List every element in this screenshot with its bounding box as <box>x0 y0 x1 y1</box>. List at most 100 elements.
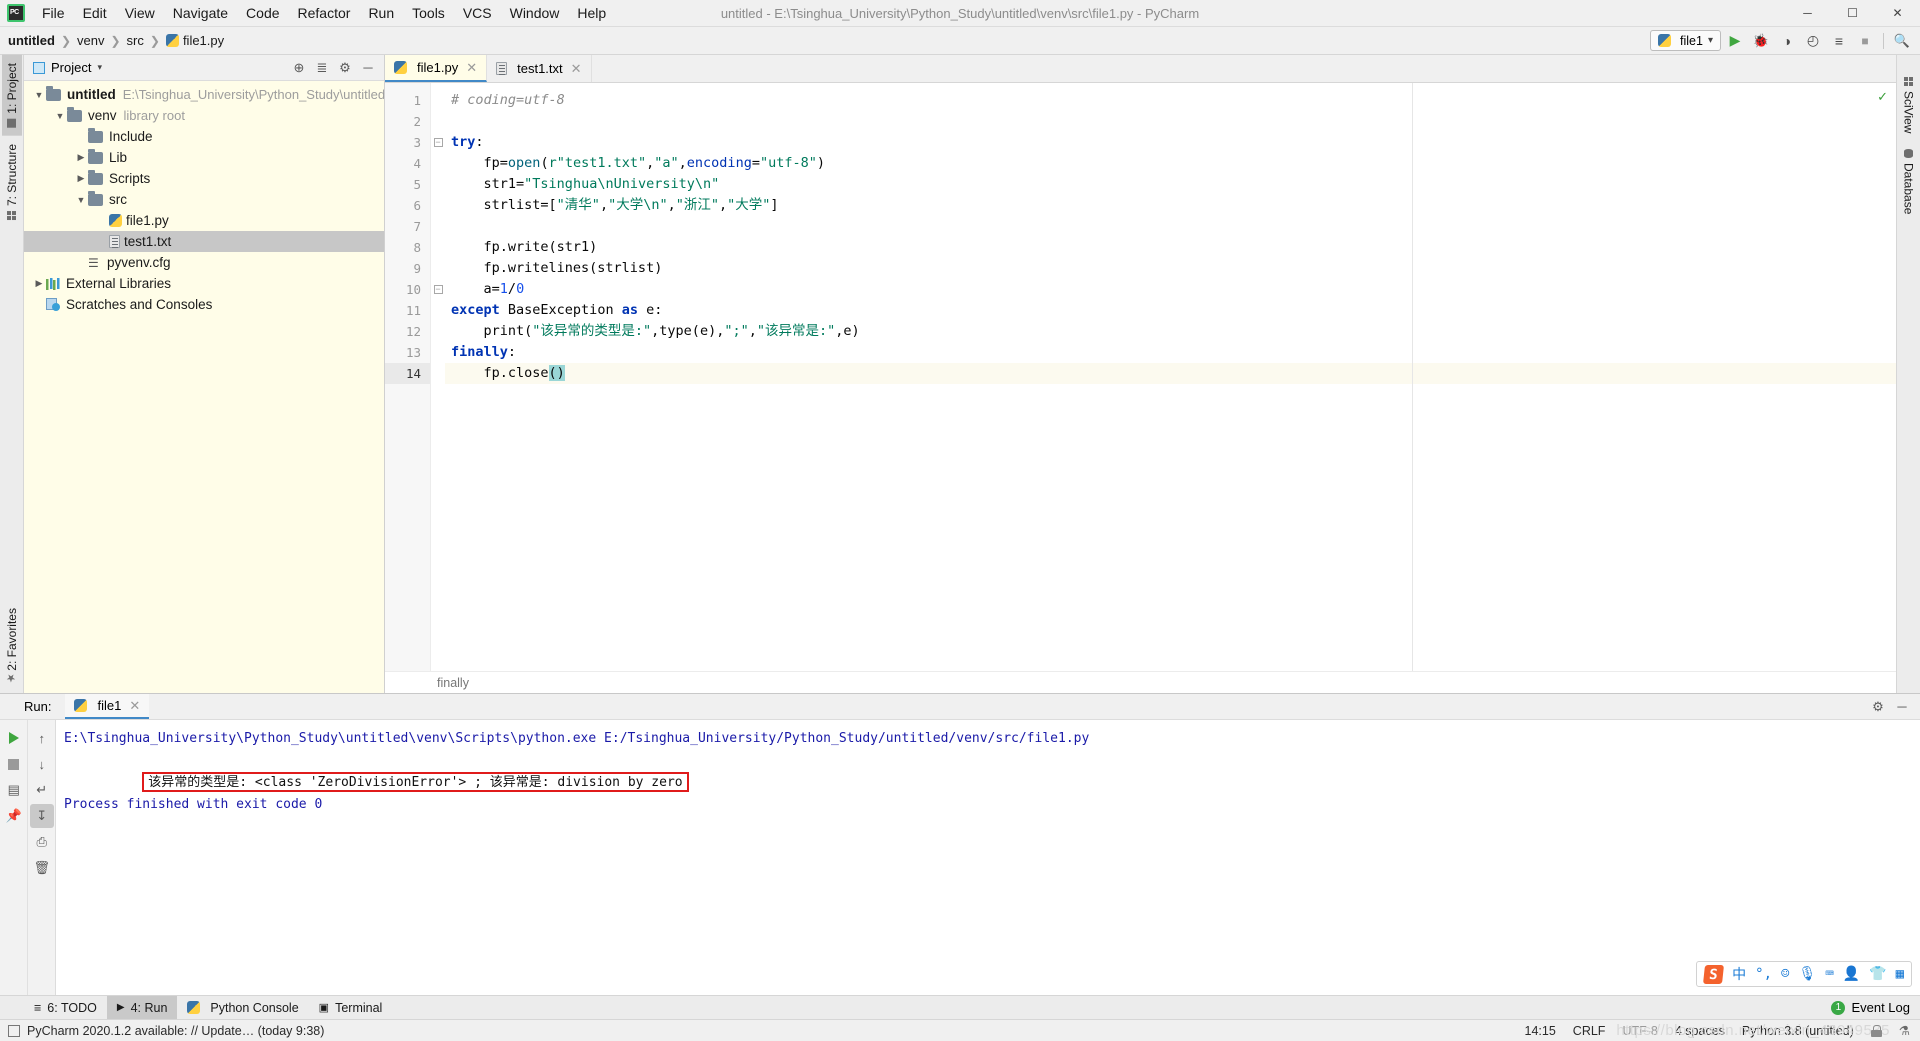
menu-refactor[interactable]: Refactor <box>289 0 360 26</box>
pin-tab-button[interactable]: 📌 <box>2 804 26 828</box>
emoji-icon[interactable]: ☺ <box>1781 966 1789 982</box>
chinese-mode-icon[interactable]: 中 <box>1732 964 1746 984</box>
caret-position[interactable]: 14:15 <box>1525 1024 1556 1038</box>
code-content[interactable]: # coding=utf-8 try: fp=open(r"test1.txt"… <box>445 83 1896 671</box>
tab-test1-txt[interactable]: test1.txt ✕ <box>487 55 592 82</box>
scroll-to-end-button[interactable]: ↧ <box>29 804 54 828</box>
skin-icon[interactable]: 👕 <box>1869 966 1886 982</box>
sidebar-item-project[interactable]: 1: Project <box>1 55 22 136</box>
tab-file1-py-close-icon[interactable]: ✕ <box>466 60 477 76</box>
soft-wrap-button[interactable]: ↵ <box>30 778 54 802</box>
run-settings-gear-button[interactable]: ⚙ <box>1868 697 1888 717</box>
tree-node-lib[interactable]: ▶ Lib <box>24 147 384 168</box>
run-console[interactable]: E:\Tsinghua_University\Python_Study\unti… <box>56 720 1920 995</box>
soft-keyboard-icon[interactable]: ⌨ <box>1825 966 1833 982</box>
code-folding-column[interactable]: − − <box>431 83 445 671</box>
line-separator[interactable]: CRLF <box>1573 1024 1606 1038</box>
tree-node-pyvenv-cfg[interactable]: ▶☰pyvenv.cfg <box>24 252 384 273</box>
minimize-button[interactable]: ─ <box>1785 0 1830 26</box>
stop-process-button[interactable] <box>2 752 26 776</box>
tree-node-external-libraries[interactable]: ▶ External Libraries <box>24 273 384 294</box>
breadcrumb-venv[interactable]: venv <box>77 33 104 48</box>
tree-node-src[interactable]: ▼ src <box>24 189 384 210</box>
menu-help[interactable]: Help <box>568 0 615 26</box>
menu-file[interactable]: File <box>33 0 74 26</box>
tree-node-test1-txt[interactable]: ▶test1.txt <box>24 231 384 252</box>
scroll-up-button[interactable]: ↑ <box>30 726 54 750</box>
scroll-down-button[interactable]: ↓ <box>30 752 54 776</box>
print-button[interactable]: ⎙ <box>30 830 54 854</box>
file-encoding[interactable]: UTF-8 <box>1622 1024 1657 1038</box>
code-editor[interactable]: 1 2 3 4 5 6 7 8 9 10 11 12 13 14 − − # coding=utf-8 tr… <box>385 83 1896 671</box>
fold-toggle-icon[interactable]: − <box>431 132 445 153</box>
run-hide-panel-button[interactable]: ─ <box>1892 697 1912 717</box>
toolbox-icon[interactable]: ▦ <box>1896 966 1904 982</box>
menu-view[interactable]: View <box>116 0 164 26</box>
tree-node-file1-py[interactable]: ▶file1.py <box>24 210 384 231</box>
tab-file1-py[interactable]: file1.py ✕ <box>385 55 488 82</box>
stop-button[interactable]: ■ <box>1853 30 1877 52</box>
debug-button[interactable]: 🐞 <box>1749 30 1773 52</box>
run-with-parameters-button[interactable]: ≡ <box>1827 30 1851 52</box>
hide-panel-button[interactable]: ─ <box>358 58 378 78</box>
tree-node-include[interactable]: ▶Include <box>24 126 384 147</box>
collapse-arrow-icon[interactable]: ▶ <box>32 278 46 289</box>
run-coverage-button[interactable]: ◑ <box>1775 30 1799 52</box>
sidebar-item-structure[interactable]: 7: Structure <box>2 136 22 228</box>
tab-test1-txt-close-icon[interactable]: ✕ <box>571 61 582 77</box>
close-button[interactable]: ✕ <box>1875 0 1920 26</box>
analyze-icon[interactable]: ⚗ <box>1899 1023 1910 1038</box>
tree-node-untitled[interactable]: ▼ untitled E:\Tsinghua_University\Python_S… <box>24 84 384 105</box>
event-log-label[interactable]: Event Log <box>1851 1000 1910 1015</box>
run-tab-file1[interactable]: file1 ✕ <box>65 694 150 719</box>
clear-all-button[interactable]: 🗑 <box>30 856 54 880</box>
layout-button[interactable]: ▤ <box>2 778 26 802</box>
sidebar-item-database[interactable]: Database <box>1899 141 1919 222</box>
maximize-button[interactable]: ☐ <box>1830 0 1875 26</box>
expand-arrow-icon[interactable]: ▼ <box>53 111 67 121</box>
collapse-all-button[interactable]: ≣ <box>312 58 332 78</box>
search-everywhere-button[interactable]: 🔍 <box>1890 30 1914 52</box>
inspection-status-icon[interactable]: ✓ <box>1877 89 1888 105</box>
voice-input-icon[interactable]: 🎙 <box>1798 966 1816 982</box>
user-icon[interactable]: 👤 <box>1843 966 1860 982</box>
breadcrumb-project[interactable]: untitled <box>8 33 55 48</box>
indent-setting[interactable]: 4 spaces <box>1675 1024 1725 1038</box>
tree-node-scripts[interactable]: ▶ Scripts <box>24 168 384 189</box>
sidebar-item-favorites[interactable]: ★ 2: Favorites <box>2 600 22 693</box>
tree-node-venv[interactable]: ▼ venv library root <box>24 105 384 126</box>
expand-arrow-icon[interactable]: ▼ <box>74 195 88 205</box>
expand-arrow-icon[interactable]: ▼ <box>32 90 46 100</box>
settings-gear-button[interactable]: ⚙ <box>335 58 355 78</box>
project-panel-title[interactable]: Project ▾ <box>33 60 102 75</box>
menu-window[interactable]: Window <box>501 0 569 26</box>
menu-tools[interactable]: Tools <box>403 0 454 26</box>
run-button[interactable]: ▶ <box>1723 30 1747 52</box>
rerun-button[interactable] <box>2 726 26 750</box>
tool-window-run[interactable]: ▶ 4: Run <box>106 996 178 1019</box>
run-tab-close-icon[interactable]: ✕ <box>129 698 140 714</box>
menu-edit[interactable]: Edit <box>74 0 116 26</box>
menu-navigate[interactable]: Navigate <box>164 0 237 26</box>
punctuation-icon[interactable]: °, <box>1755 966 1772 982</box>
profile-button[interactable]: ◴ <box>1801 30 1825 52</box>
menu-vcs[interactable]: VCS <box>454 0 501 26</box>
python-interpreter[interactable]: Python 3.8 (untitled) <box>1742 1024 1854 1038</box>
tool-window-terminal[interactable]: ▣ Terminal <box>309 996 393 1019</box>
tree-node-scratches-and-consoles[interactable]: ▶Scratches and Consoles <box>24 294 384 315</box>
locate-file-button[interactable]: ⊕ <box>289 58 309 78</box>
collapse-arrow-icon[interactable]: ▶ <box>74 152 88 163</box>
fold-toggle-icon[interactable]: − <box>431 279 445 300</box>
lock-icon[interactable] <box>1870 1024 1882 1037</box>
breadcrumb-file[interactable]: file1.py <box>165 33 224 48</box>
collapse-arrow-icon[interactable]: ▶ <box>74 173 88 184</box>
run-configuration-selector[interactable]: file1 ▾ <box>1650 30 1721 51</box>
sidebar-item-sciview[interactable]: SciView <box>1899 69 1919 141</box>
status-message[interactable]: PyCharm 2020.1.2 available: // Update… (… <box>27 1024 324 1038</box>
sogou-ime-toolbar[interactable]: S 中 °, ☺ 🎙 ⌨ 👤 👕 ▦ <box>1696 961 1912 987</box>
tool-window-python-console[interactable]: Python Console <box>177 996 308 1019</box>
menu-code[interactable]: Code <box>237 0 288 26</box>
breadcrumb-src[interactable]: src <box>127 33 144 48</box>
tool-window-todo[interactable]: ≡ 6: TODO <box>24 996 107 1019</box>
menu-run[interactable]: Run <box>359 0 403 26</box>
